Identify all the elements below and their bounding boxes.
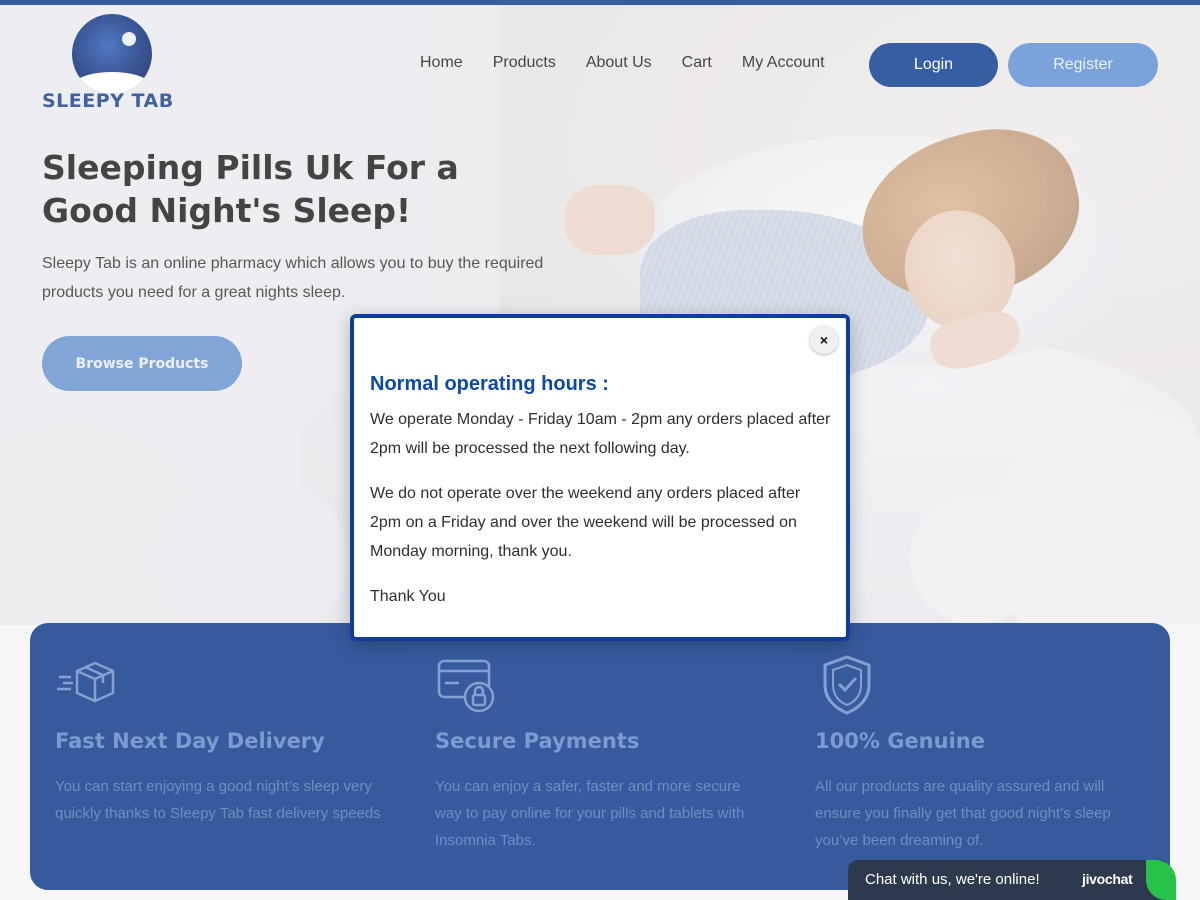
chat-widget[interactable]: Chat with us, we're online! jivochat	[848, 860, 1176, 900]
jivochat-logo: jivochat	[1082, 871, 1133, 887]
chat-label: Chat with us, we're online!	[865, 871, 1040, 888]
modal-close-button[interactable]: ×	[810, 326, 838, 354]
modal-paragraph: We do not operate over the weekend any o…	[370, 485, 801, 560]
operating-hours-modal: × Normal operating hours : We operate Mo…	[350, 314, 850, 641]
modal-title: Normal operating hours :	[370, 373, 609, 395]
modal-paragraph: Thank You	[370, 588, 446, 605]
modal-paragraph: We operate Monday - Friday 10am - 2pm an…	[370, 411, 831, 457]
modal-body: We operate Monday - Friday 10am - 2pm an…	[370, 405, 832, 627]
